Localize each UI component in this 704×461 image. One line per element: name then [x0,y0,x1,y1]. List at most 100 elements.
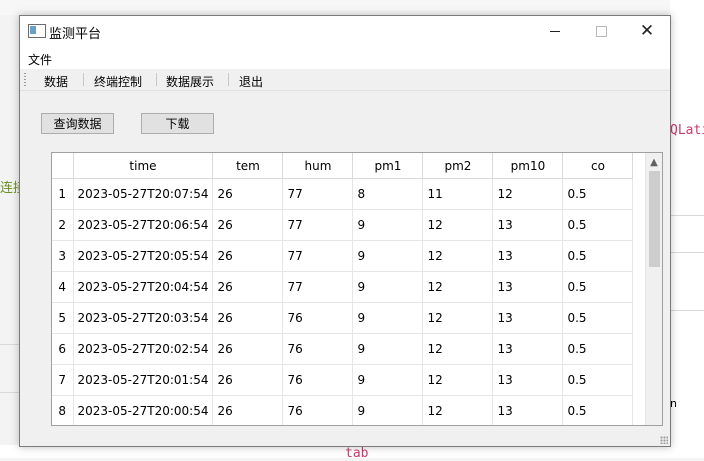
table-corner[interactable] [52,153,74,179]
cell-pm1[interactable]: 9 [352,240,424,272]
background-divider [670,310,704,311]
minimize-button[interactable] [532,16,578,47]
cell-pm2[interactable]: 12 [422,364,494,396]
row-number[interactable]: 5 [52,302,74,334]
cell-tem[interactable]: 26 [212,178,284,210]
column-header-pm10[interactable]: pm10 [492,153,564,179]
cell-hum[interactable]: 77 [282,240,354,272]
cell-pm2[interactable]: 12 [422,240,494,272]
cell-tem[interactable]: 26 [212,395,284,425]
column-header-hum[interactable]: hum [282,153,354,179]
cell-pm10[interactable]: 12 [492,178,564,210]
cell-pm2[interactable]: 12 [422,271,494,303]
toolbar-data-display[interactable]: 数据展示 [166,73,214,90]
cell-pm1[interactable]: 9 [352,209,424,241]
column-header-time[interactable]: time [73,153,214,179]
cell-hum[interactable]: 77 [282,178,354,210]
scroll-up-icon[interactable]: ▲ [646,154,662,170]
download-button[interactable]: 下载 [141,113,214,134]
row-number[interactable]: 3 [52,240,74,272]
table-row[interactable]: 5 2023-05-27T20:03:54 26 76 9 12 13 0.5 [52,302,634,334]
toolbar-separator [228,73,229,86]
table-row[interactable]: 8 2023-05-27T20:00:54 26 76 9 12 13 0.5 [52,395,634,425]
table-row[interactable]: 4 2023-05-27T20:04:54 26 77 9 12 13 0.5 [52,271,634,303]
vertical-scrollbar[interactable]: ▲ [645,153,662,425]
cell-hum[interactable]: 76 [282,395,354,425]
cell-pm1[interactable]: 9 [352,364,424,396]
cell-hum[interactable]: 76 [282,333,354,365]
data-table[interactable]: time tem hum pm1 pm2 pm10 co 1 2023-05-27… [51,152,663,426]
cell-pm10[interactable]: 13 [492,333,564,365]
cell-pm1[interactable]: 9 [352,333,424,365]
column-header-pm2[interactable]: pm2 [422,153,494,179]
cell-co[interactable]: 0.5 [562,364,634,396]
column-header-co[interactable]: co [562,153,634,179]
toolbar-exit[interactable]: 退出 [239,73,263,90]
column-header-pm1[interactable]: pm1 [352,153,424,179]
cell-time[interactable]: 2023-05-27T20:01:54 [73,364,214,396]
cell-pm1[interactable]: 9 [352,302,424,334]
close-button[interactable]: ✕ [624,16,670,47]
cell-pm10[interactable]: 13 [492,395,564,425]
cell-time[interactable]: 2023-05-27T20:05:54 [73,240,214,272]
cell-pm2[interactable]: 12 [422,333,494,365]
toolbar-terminal-control[interactable]: 终端控制 [94,73,142,90]
cell-pm2[interactable]: 12 [422,209,494,241]
table-row[interactable]: 1 2023-05-27T20:07:54 26 77 8 11 12 0.5 [52,178,634,210]
cell-hum[interactable]: 77 [282,209,354,241]
cell-pm10[interactable]: 13 [492,240,564,272]
cell-time[interactable]: 2023-05-27T20:03:54 [73,302,214,334]
toolbar-grip-icon[interactable] [24,73,26,86]
cell-tem[interactable]: 26 [212,302,284,334]
cell-pm10[interactable]: 13 [492,209,564,241]
cell-time[interactable]: 2023-05-27T20:04:54 [73,271,214,303]
table-row[interactable]: 7 2023-05-27T20:01:54 26 76 9 12 13 0.5 [52,364,634,396]
cell-pm2[interactable]: 12 [422,302,494,334]
cell-tem[interactable]: 26 [212,271,284,303]
row-number[interactable]: 6 [52,333,74,365]
cell-tem[interactable]: 26 [212,209,284,241]
cell-time[interactable]: 2023-05-27T20:00:54 [73,395,214,425]
window-title: 监测平台 [49,27,102,42]
cell-pm10[interactable]: 13 [492,302,564,334]
cell-pm10[interactable]: 13 [492,271,564,303]
column-header-tem[interactable]: tem [212,153,284,179]
title-bar[interactable]: 监测平台 ✕ [20,16,670,47]
table-row[interactable]: 6 2023-05-27T20:02:54 26 76 9 12 13 0.5 [52,333,634,365]
cell-pm2[interactable]: 12 [422,395,494,425]
cell-co[interactable]: 0.5 [562,302,634,334]
row-number[interactable]: 4 [52,271,74,303]
cell-hum[interactable]: 76 [282,302,354,334]
cell-co[interactable]: 0.5 [562,178,634,210]
toolbar-data[interactable]: 数据 [44,73,68,90]
cell-tem[interactable]: 26 [212,364,284,396]
cell-hum[interactable]: 76 [282,364,354,396]
maximize-button[interactable] [578,16,624,47]
table-row[interactable]: 3 2023-05-27T20:05:54 26 77 9 12 13 0.5 [52,240,634,272]
cell-time[interactable]: 2023-05-27T20:06:54 [73,209,214,241]
row-number[interactable]: 2 [52,209,74,241]
cell-co[interactable]: 0.5 [562,240,634,272]
cell-co[interactable]: 0.5 [562,333,634,365]
cell-co[interactable]: 0.5 [562,209,634,241]
scroll-thumb[interactable] [649,171,660,267]
query-data-button[interactable]: 查询数据 [41,113,114,134]
cell-pm1[interactable]: 8 [352,178,424,210]
cell-pm2[interactable]: 11 [422,178,494,210]
cell-co[interactable]: 0.5 [562,395,634,425]
menu-file[interactable]: 文件 [28,51,52,68]
row-number[interactable]: 1 [52,178,74,210]
row-number[interactable]: 8 [52,395,74,425]
cell-tem[interactable]: 26 [212,240,284,272]
cell-time[interactable]: 2023-05-27T20:02:54 [73,333,214,365]
row-number[interactable]: 7 [52,364,74,396]
table-row[interactable]: 2 2023-05-27T20:06:54 26 77 9 12 13 0.5 [52,209,634,241]
cell-hum[interactable]: 77 [282,271,354,303]
resize-grip-icon[interactable] [660,436,668,444]
cell-pm1[interactable]: 9 [352,271,424,303]
cell-pm1[interactable]: 9 [352,395,424,425]
cell-time[interactable]: 2023-05-27T20:07:54 [73,178,214,210]
cell-co[interactable]: 0.5 [562,271,634,303]
cell-tem[interactable]: 26 [212,333,284,365]
cell-pm10[interactable]: 13 [492,364,564,396]
